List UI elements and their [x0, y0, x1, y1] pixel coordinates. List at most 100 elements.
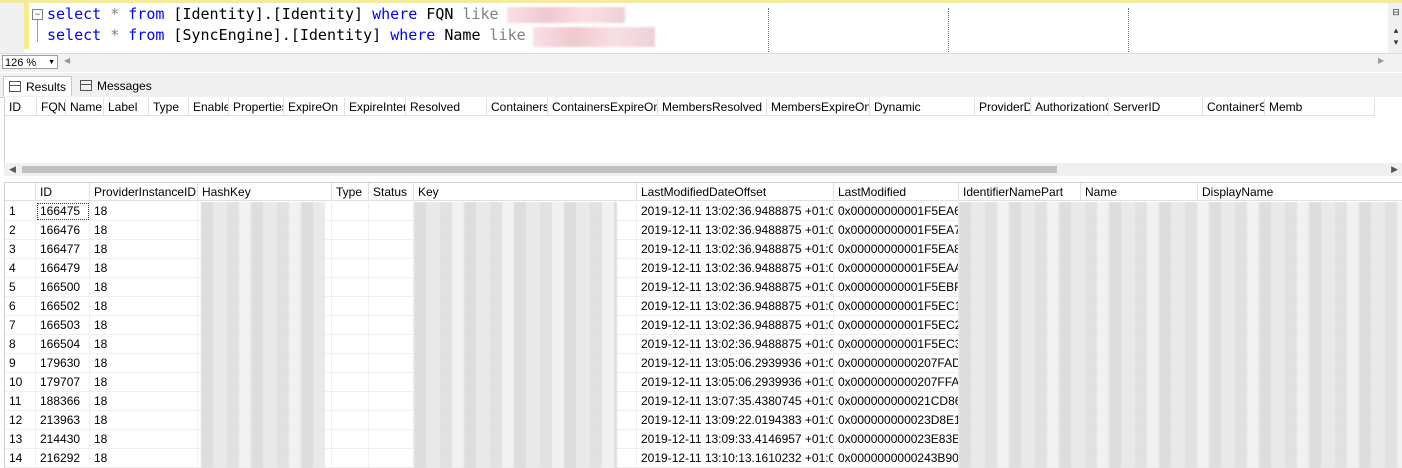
cell-status[interactable] [369, 278, 414, 297]
cell-type[interactable] [332, 259, 369, 278]
row-number[interactable]: 9 [5, 354, 36, 373]
scroll-left-icon[interactable]: ◀ [64, 56, 70, 65]
cell-last-modified[interactable]: 0x0000000000207FFA [834, 373, 959, 392]
cell-id[interactable]: 214430 [36, 430, 90, 449]
cell-type[interactable] [332, 297, 369, 316]
cell-status[interactable] [369, 221, 414, 240]
cell-type[interactable] [332, 430, 369, 449]
column-header[interactable]: DisplayName [1198, 183, 1402, 201]
column-header[interactable]: Type [149, 98, 189, 116]
row-number[interactable]: 4 [5, 259, 36, 278]
column-header[interactable]: MembersExpireOn [767, 98, 870, 116]
cell-type[interactable] [332, 373, 369, 392]
cell-last-modified[interactable]: 0x000000000023D8E1 [834, 411, 959, 430]
cell-last-modified-date-offset[interactable]: 2019-12-11 13:02:36.9488875 +01:00 [637, 297, 834, 316]
column-header[interactable]: FQN [37, 98, 66, 116]
cell-type[interactable] [332, 449, 369, 468]
row-number[interactable]: 5 [5, 278, 36, 297]
column-header[interactable]: ProviderData [975, 98, 1031, 116]
cell-id[interactable]: 166502 [36, 297, 90, 316]
column-header[interactable]: ID [36, 183, 90, 201]
cell-status[interactable] [369, 449, 414, 468]
cell-last-modified-date-offset[interactable]: 2019-12-11 13:02:36.9488875 +01:00 [637, 221, 834, 240]
cell-last-modified-date-offset[interactable]: 2019-12-11 13:02:36.9488875 +01:00 [637, 240, 834, 259]
cell-provider-instance-id[interactable]: 18 [90, 221, 198, 240]
column-header[interactable]: MembersResolved [658, 98, 767, 116]
cell-type[interactable] [332, 354, 369, 373]
cell-type[interactable] [332, 411, 369, 430]
row-number[interactable]: 10 [5, 373, 36, 392]
split-icon[interactable]: ⊟ [1391, 6, 1401, 18]
cell-type[interactable] [332, 316, 369, 335]
cell-status[interactable] [369, 202, 414, 221]
cell-provider-instance-id[interactable]: 18 [90, 297, 198, 316]
row-number[interactable]: 6 [5, 297, 36, 316]
cell-last-modified-date-offset[interactable]: 2019-12-11 13:02:36.9488875 +01:00 [637, 278, 834, 297]
cell-id[interactable]: 179707 [36, 373, 90, 392]
cell-last-modified[interactable]: 0x00000000001F5EA6 [834, 202, 959, 221]
scroll-right-icon[interactable]: ▶ [1378, 56, 1384, 65]
row-number[interactable]: 13 [5, 430, 36, 449]
scroll-left-icon[interactable]: ◀ [9, 163, 16, 176]
cell-last-modified[interactable]: 0x00000000001F5EC2 [834, 316, 959, 335]
column-header[interactable]: Key [414, 183, 637, 201]
cell-last-modified[interactable]: 0x000000000021CD86 [834, 392, 959, 411]
cell-last-modified[interactable]: 0x00000000001F5EAA [834, 259, 959, 278]
column-header[interactable]: ServerID [1109, 98, 1203, 116]
cell-last-modified[interactable]: 0x00000000001F5EBF [834, 278, 959, 297]
cell-status[interactable] [369, 392, 414, 411]
cell-last-modified[interactable]: 0x00000000001F5EC1 [834, 297, 959, 316]
cell-id[interactable]: 216292 [36, 449, 90, 468]
cell-provider-instance-id[interactable]: 18 [90, 259, 198, 278]
column-header[interactable]: LastModifiedDateOffset [637, 183, 834, 201]
column-header[interactable]: ContainerServerID [1203, 98, 1265, 116]
cell-provider-instance-id[interactable]: 18 [90, 335, 198, 354]
cell-id[interactable]: 166477 [36, 240, 90, 259]
column-header[interactable]: Name [1081, 183, 1198, 201]
collapse-icon[interactable]: − [32, 9, 43, 20]
column-header[interactable]: AuthorizationGuid [1031, 98, 1109, 116]
results-grid-1[interactable]: IDFQNNameLabelTypeEnabledPropertiesExpir… [4, 97, 1402, 163]
cell-provider-instance-id[interactable]: 18 [90, 354, 198, 373]
cell-id[interactable]: 166504 [36, 335, 90, 354]
cell-last-modified-date-offset[interactable]: 2019-12-11 13:07:35.4380745 +01:00 [637, 392, 834, 411]
cell-provider-instance-id[interactable]: 18 [90, 411, 198, 430]
cell-provider-instance-id[interactable]: 18 [90, 430, 198, 449]
row-number[interactable]: 3 [5, 240, 36, 259]
cell-last-modified[interactable]: 0x00000000001F5EC3 [834, 335, 959, 354]
horizontal-scrollbar[interactable]: ◀ ▶ [4, 163, 1402, 176]
cell-provider-instance-id[interactable]: 18 [90, 373, 198, 392]
column-header[interactable]: ProviderInstanceID [90, 183, 198, 201]
column-header[interactable]: ContainersExpireOn [548, 98, 658, 116]
column-header[interactable]: Resolved [406, 98, 487, 116]
row-number[interactable]: 2 [5, 221, 36, 240]
cell-type[interactable] [332, 392, 369, 411]
cell-id[interactable]: 166479 [36, 259, 90, 278]
row-number[interactable]: 14 [5, 449, 36, 468]
cell-provider-instance-id[interactable]: 18 [90, 449, 198, 468]
column-header[interactable]: Label [104, 98, 149, 116]
column-header[interactable]: Enabled [189, 98, 229, 116]
cell-type[interactable] [332, 221, 369, 240]
grid-corner[interactable] [5, 183, 36, 201]
code-line-1[interactable]: select * from [Identity].[Identity] wher… [47, 4, 499, 25]
tab-results[interactable]: Results [3, 76, 72, 96]
tab-messages[interactable]: Messages [75, 76, 152, 96]
cell-status[interactable] [369, 411, 414, 430]
cell-last-modified[interactable]: 0x00000000001F5EA8 [834, 240, 959, 259]
cell-last-modified-date-offset[interactable]: 2019-12-11 13:05:06.2939936 +01:00 [637, 354, 834, 373]
column-header[interactable]: Name [66, 98, 104, 116]
column-header[interactable]: Dynamic [870, 98, 975, 116]
column-header[interactable]: Status [369, 183, 414, 201]
column-header[interactable]: IdentifierNamePart [959, 183, 1081, 201]
column-header[interactable]: ID [5, 98, 37, 116]
cell-status[interactable] [369, 259, 414, 278]
cell-type[interactable] [332, 335, 369, 354]
cell-status[interactable] [369, 354, 414, 373]
scroll-up-icon[interactable]: ▴ [1391, 24, 1401, 36]
scroll-right-icon[interactable]: ▶ [1391, 163, 1398, 176]
cell-id[interactable]: 166500 [36, 278, 90, 297]
cell-last-modified-date-offset[interactable]: 2019-12-11 13:09:22.0194383 +01:00 [637, 411, 834, 430]
cell-provider-instance-id[interactable]: 18 [90, 278, 198, 297]
column-header[interactable]: Memb [1265, 98, 1375, 116]
